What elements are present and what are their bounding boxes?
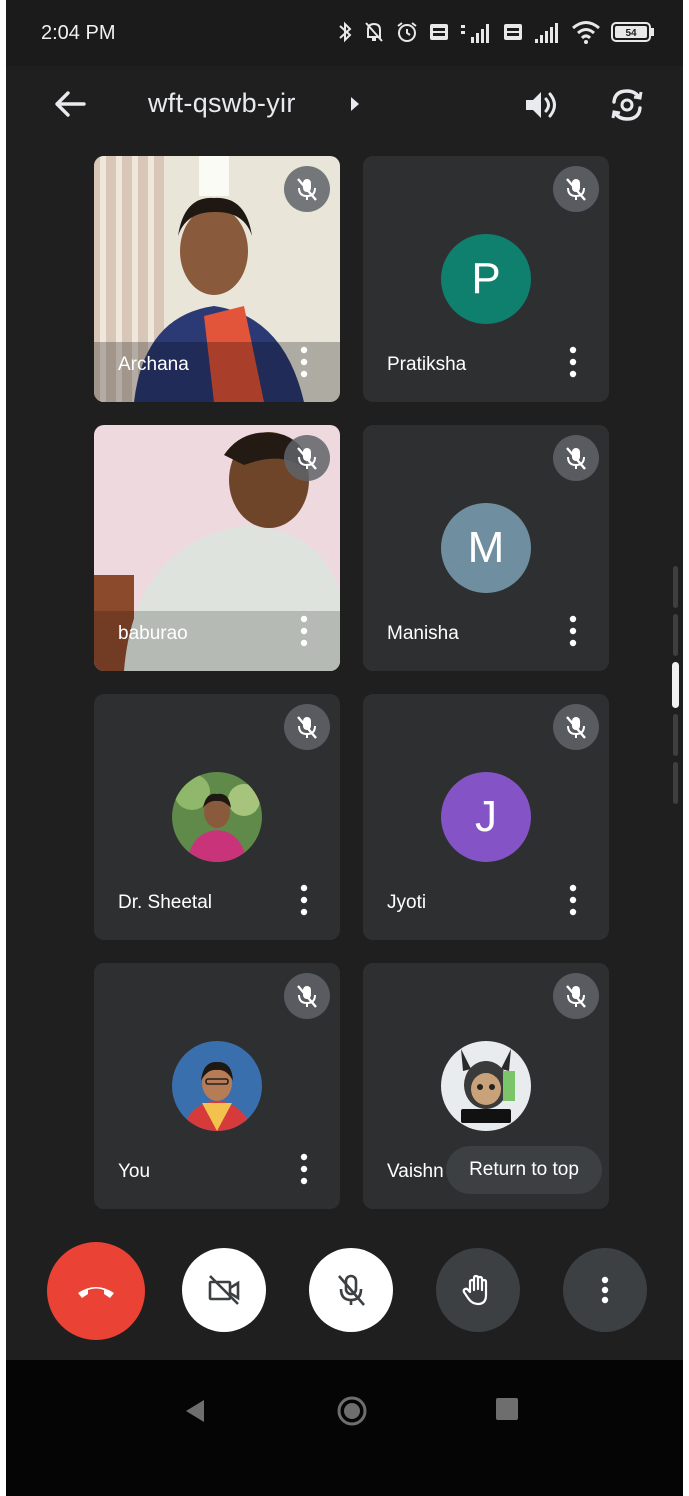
meet-screen: 2:04 PM 54 wft-qswb-yir Archana P Pratik… (6, 0, 683, 1496)
more-options-button[interactable] (563, 1248, 647, 1332)
more-vert-icon[interactable] (294, 611, 314, 651)
phone-hangup-icon (78, 1287, 114, 1298)
mic-off-indicator (553, 435, 599, 481)
participant-name: Pratiksha (387, 354, 467, 375)
participant-name: You (118, 1161, 151, 1182)
hand-icon (462, 1274, 488, 1306)
participant-name: Archana (118, 354, 189, 375)
switch-camera-icon[interactable] (604, 82, 650, 128)
status-bar: 2:04 PM 54 (6, 0, 683, 66)
more-vert-icon[interactable] (294, 1149, 314, 1189)
camera-toggle-button[interactable] (182, 1248, 266, 1332)
participant-tile-dr-sheetal[interactable]: Dr. Sheetal (94, 694, 340, 940)
battery-icon: 54 (611, 22, 654, 42)
video-off-icon (208, 1275, 240, 1305)
system-nav-bar (6, 1360, 683, 1496)
nav-home-icon[interactable] (336, 1395, 368, 1427)
mic-off-indicator (284, 704, 330, 750)
sim-volte-icon (430, 24, 448, 40)
signal-1-icon (461, 24, 489, 43)
participant-tile-jyoti[interactable]: J Jyoti (363, 694, 609, 940)
wifi-icon (572, 21, 600, 44)
mic-off-indicator (284, 166, 330, 212)
speaker-icon[interactable] (520, 84, 562, 126)
return-to-top-button[interactable]: Return to top (446, 1146, 602, 1194)
avatar: M (441, 503, 531, 593)
end-call-button[interactable] (47, 1242, 145, 1340)
avatar (172, 772, 262, 862)
scrollbar-thumb[interactable] (672, 662, 679, 708)
bluetooth-icon (339, 21, 352, 43)
avatar: J (441, 772, 531, 862)
mic-off-icon (338, 1274, 365, 1306)
mic-off-indicator (553, 166, 599, 212)
participant-tile-manisha[interactable]: M Manisha (363, 425, 609, 671)
more-vert-icon[interactable] (563, 880, 583, 920)
more-vert-icon[interactable] (563, 342, 583, 382)
meeting-code[interactable]: wft-qswb-yir (148, 88, 296, 119)
status-time: 2:04 PM (41, 22, 116, 44)
call-header: wft-qswb-yir (6, 66, 683, 146)
mic-off-indicator (553, 704, 599, 750)
more-vert-icon[interactable] (563, 611, 583, 651)
participant-tile-archana[interactable]: Archana (94, 156, 340, 402)
avatar: P (441, 234, 531, 324)
avatar (441, 1041, 531, 1131)
scrollbar-track (673, 614, 678, 656)
participant-name: Dr. Sheetal (118, 892, 212, 913)
avatar (172, 1041, 262, 1131)
status-icons: 54 (337, 20, 655, 44)
mic-off-indicator (553, 973, 599, 1019)
scrollbar-track (673, 762, 678, 804)
mic-off-icon (566, 178, 586, 201)
participant-tile-pratiksha[interactable]: P Pratiksha (363, 156, 609, 402)
mic-off-icon (297, 716, 317, 739)
mic-off-icon (297, 985, 317, 1008)
alarm-icon (397, 22, 417, 42)
nav-recents-icon[interactable] (496, 1398, 518, 1420)
more-vert-icon[interactable] (294, 880, 314, 920)
scrollbar-track (673, 566, 678, 608)
mic-off-icon (566, 716, 586, 739)
nav-back-icon[interactable] (182, 1398, 208, 1424)
participant-tile-you[interactable]: You (94, 963, 340, 1209)
participant-name: Manisha (387, 623, 459, 644)
more-vert-icon[interactable] (294, 342, 314, 382)
mic-off-icon (297, 447, 317, 470)
mic-off-indicator (284, 973, 330, 1019)
back-arrow-icon[interactable] (50, 84, 90, 124)
mic-off-indicator (284, 435, 330, 481)
participant-tile-baburao[interactable]: baburao (94, 425, 340, 671)
sim-volte-icon (504, 24, 522, 40)
mic-off-icon (566, 447, 586, 470)
mic-off-icon (297, 178, 317, 201)
signal-2-icon (535, 23, 558, 43)
more-vert-icon (601, 1276, 609, 1304)
participant-name: Jyoti (387, 892, 427, 913)
mic-off-icon (566, 985, 586, 1008)
mic-toggle-button[interactable] (309, 1248, 393, 1332)
caret-right-icon[interactable] (348, 93, 362, 115)
participant-name: Vaishn (387, 1161, 444, 1182)
svg-text:54: 54 (625, 28, 637, 39)
bell-off-icon (365, 22, 383, 42)
raise-hand-button[interactable] (436, 1248, 520, 1332)
participant-name: baburao (118, 623, 188, 644)
scrollbar-track (673, 714, 678, 756)
